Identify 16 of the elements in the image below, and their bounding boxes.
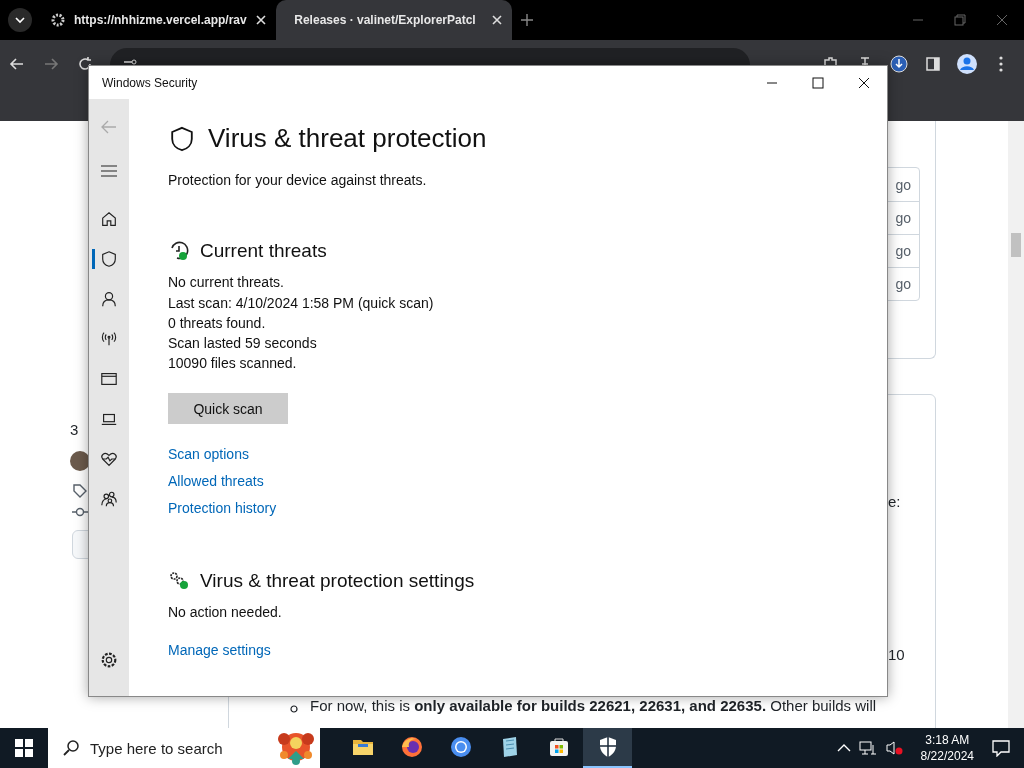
text-fragment: 10: [888, 646, 905, 663]
scan-detail: Scan lasted 59 seconds: [168, 334, 318, 353]
table-cell-text: go: [894, 175, 912, 195]
page-subtitle: Protection for your device against threats.: [168, 172, 428, 188]
window-title: Windows Security: [102, 75, 198, 90]
scan-detail: Last scan: 4/10/2024 1:58 PM (quick scan): [168, 294, 435, 313]
page-heading: Virus & threat protection: [208, 123, 487, 154]
text-fragment: e:: [888, 493, 901, 510]
release-count: 3: [70, 421, 79, 438]
scan-detail: 10090 files scanned.: [168, 354, 298, 373]
section-title: Virus & threat protection settings: [200, 570, 475, 592]
settings-status: No action needed.: [168, 604, 283, 620]
section-title: Current threats: [200, 240, 327, 262]
threat-status: No current threats.: [168, 274, 285, 290]
bullet-text: For now, this is only available for builds 22621, 22631, and 22635. Other builds will: [310, 697, 877, 714]
scan-detail: 0 threats found.: [168, 314, 267, 333]
